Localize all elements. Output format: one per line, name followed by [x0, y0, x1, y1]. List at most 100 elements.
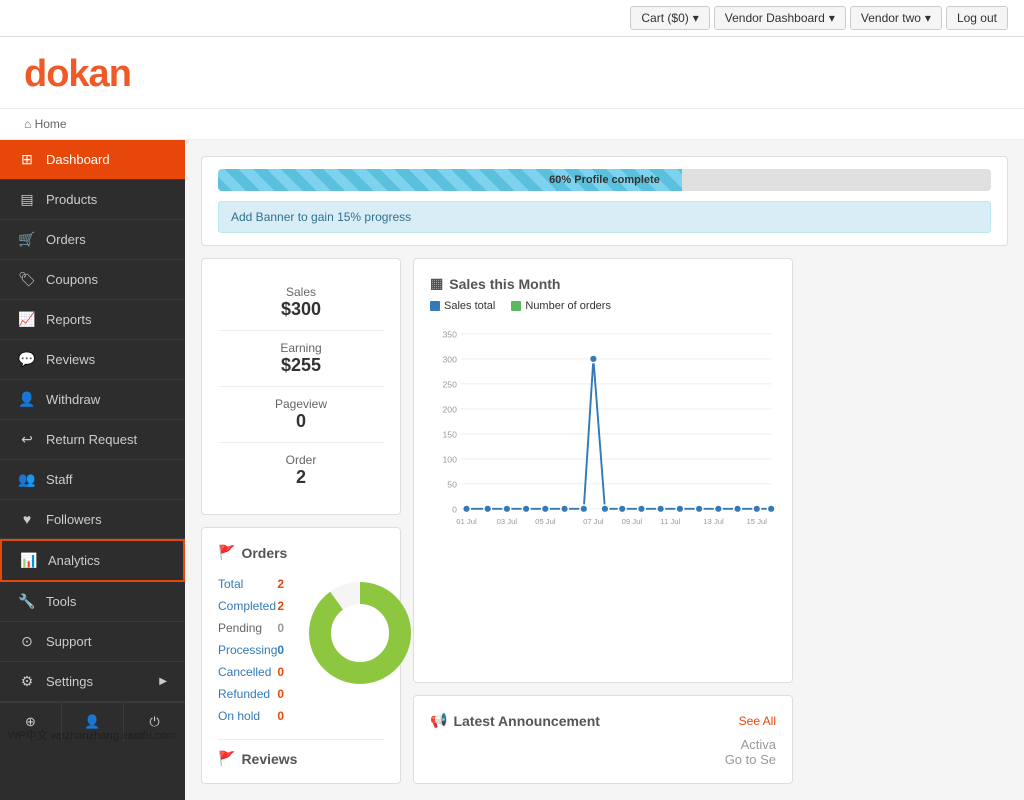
orders-card: 🚩 Orders Total 2 Completed 2 — [201, 527, 401, 784]
stat-pageview: Pageview 0 — [218, 387, 384, 443]
analytics-icon: 📊 — [20, 552, 38, 569]
sidebar-item-coupons[interactable]: 🏷 Coupons — [0, 260, 185, 300]
sidebar-item-dashboard[interactable]: ⊞ Dashboard — [0, 140, 185, 180]
followers-icon: ♥ — [18, 511, 36, 527]
announcement-preview: ActivaGo to Se — [725, 737, 776, 767]
order-onhold-label[interactable]: On hold — [218, 709, 260, 723]
order-refunded-label[interactable]: Refunded — [218, 687, 270, 701]
svg-text:09 Jul: 09 Jul — [622, 517, 643, 526]
sales-label: Sales — [218, 285, 384, 299]
order-processing-value: 0 — [277, 643, 284, 657]
legend-label-orders: Number of orders — [525, 300, 611, 312]
chart-legend: Sales total Number of orders — [430, 300, 776, 312]
reviews-header: 🚩 Reviews — [218, 750, 384, 767]
announcement-content: ActivaGo to Se — [430, 737, 776, 767]
reviews-title: Reviews — [241, 751, 297, 767]
svg-text:100: 100 — [442, 455, 457, 465]
order-row-onhold: On hold 0 — [218, 705, 284, 727]
announcement-icon: 📢 — [430, 712, 447, 729]
svg-text:0: 0 — [452, 505, 457, 515]
legend-dot-sales — [430, 301, 440, 311]
sidebar-label-settings: Settings — [46, 674, 93, 689]
home-icon: ⌂ — [24, 117, 31, 131]
sidebar-label-withdraw: Withdraw — [46, 392, 100, 407]
stats-chart-row: Sales $300 Earning $255 Pageview 0 Order… — [201, 258, 1008, 784]
sidebar-item-staff[interactable]: 👥 Staff — [0, 460, 185, 500]
sidebar-label-staff: Staff — [46, 472, 73, 487]
order-row-refunded: Refunded 0 — [218, 683, 284, 705]
orders-icon: 🛒 — [18, 231, 36, 248]
vendor-dashboard-button[interactable]: Vendor Dashboard ▾ — [714, 6, 846, 30]
sidebar-item-analytics[interactable]: 📊 Analytics — [0, 539, 185, 582]
order-refunded-value: 0 — [277, 687, 284, 701]
order-cancelled-label[interactable]: Cancelled — [218, 665, 271, 679]
banner-notice-text: Add Banner to gain 15% progress — [231, 210, 411, 224]
announcement-header: 📢 Latest Announcement See All — [430, 712, 776, 729]
reports-icon: 📈 — [18, 311, 36, 328]
sidebar-item-reviews[interactable]: 💬 Reviews — [0, 340, 185, 380]
donut-chart — [300, 573, 420, 693]
see-all-button[interactable]: See All — [739, 714, 776, 728]
sidebar-item-settings[interactable]: ⚙ Settings ▶ — [0, 662, 185, 702]
sidebar-item-followers[interactable]: ♥ Followers — [0, 500, 185, 539]
earning-label: Earning — [218, 341, 384, 355]
chart-title: Sales this Month — [449, 276, 560, 292]
stats-card: Sales $300 Earning $255 Pageview 0 Order… — [201, 258, 401, 515]
sales-chart-svg: 350 300 250 200 150 100 50 0 — [430, 320, 776, 540]
svg-text:15 Jul: 15 Jul — [747, 517, 768, 526]
sidebar-item-withdraw[interactable]: 👤 Withdraw — [0, 380, 185, 420]
order-processing-label[interactable]: Processing — [218, 643, 277, 657]
sidebar-label-reports: Reports — [46, 312, 92, 327]
announcement-title-text: Latest Announcement — [453, 713, 600, 729]
orders-flag-icon: 🚩 — [218, 544, 235, 561]
banner-notice[interactable]: Add Banner to gain 15% progress — [218, 201, 991, 233]
sidebar-item-return-request[interactable]: ↩ Return Request — [0, 420, 185, 460]
sidebar-item-products[interactable]: ▤ Products — [0, 180, 185, 220]
orders-grid: Total 2 Completed 2 Pending 0 — [218, 573, 384, 727]
sidebar-label-return: Return Request — [46, 432, 137, 447]
sidebar-item-reports[interactable]: 📈 Reports — [0, 300, 185, 340]
sidebar-item-support[interactable]: ⊙ Support — [0, 622, 185, 662]
sidebar-item-tools[interactable]: 🔧 Tools — [0, 582, 185, 622]
order-row-pending: Pending 0 — [218, 617, 284, 639]
order-total-label[interactable]: Total — [218, 577, 243, 591]
order-completed-label[interactable]: Completed — [218, 599, 276, 613]
sidebar-label-orders: Orders — [46, 232, 86, 247]
order-row-total: Total 2 — [218, 573, 284, 595]
top-navigation: Cart ($0) ▾ Vendor Dashboard ▾ Vendor tw… — [0, 0, 1024, 37]
order-label: Order — [218, 453, 384, 467]
svg-text:07 Jul: 07 Jul — [583, 517, 604, 526]
legend-dot-orders — [511, 301, 521, 311]
order-total-value: 2 — [277, 577, 284, 591]
sidebar-label-products: Products — [46, 192, 97, 207]
order-cancelled-value: 0 — [277, 665, 284, 679]
announcement-card: 📢 Latest Announcement See All ActivaGo t… — [413, 695, 793, 784]
left-stats: Sales $300 Earning $255 Pageview 0 Order… — [201, 258, 401, 784]
stat-order: Order 2 — [218, 443, 384, 498]
stat-earning: Earning $255 — [218, 331, 384, 387]
svg-text:200: 200 — [442, 405, 457, 415]
sidebar-item-orders[interactable]: 🛒 Orders — [0, 220, 185, 260]
right-col: ▦ Sales this Month Sales total Number of… — [413, 258, 793, 784]
settings-arrow-icon: ▶ — [159, 676, 167, 687]
cart-button[interactable]: Cart ($0) ▾ — [630, 6, 709, 30]
progress-bar-container: 60% Profile complete — [218, 169, 991, 191]
sidebar-label-followers: Followers — [46, 512, 102, 527]
orders-card-header: 🚩 Orders — [218, 544, 384, 561]
tools-icon: 🔧 — [18, 593, 36, 610]
announcement-title: 📢 Latest Announcement — [430, 712, 600, 729]
svg-text:13 Jul: 13 Jul — [703, 517, 724, 526]
coupons-icon: 🏷 — [18, 271, 36, 288]
reviews-section: 🚩 Reviews — [218, 739, 384, 767]
orders-list: Total 2 Completed 2 Pending 0 — [218, 573, 284, 727]
svg-text:300: 300 — [442, 355, 457, 365]
pageview-value: 0 — [218, 411, 384, 432]
vendor-two-button[interactable]: Vendor two ▾ — [850, 6, 942, 30]
home-link[interactable]: Home — [35, 117, 67, 131]
support-icon: ⊙ — [18, 633, 36, 650]
logout-button[interactable]: Log out — [946, 6, 1008, 30]
reviews-icon: 💬 — [18, 351, 36, 368]
svg-text:11 Jul: 11 Jul — [660, 517, 680, 526]
svg-text:250: 250 — [442, 380, 457, 390]
svg-text:150: 150 — [442, 430, 457, 440]
